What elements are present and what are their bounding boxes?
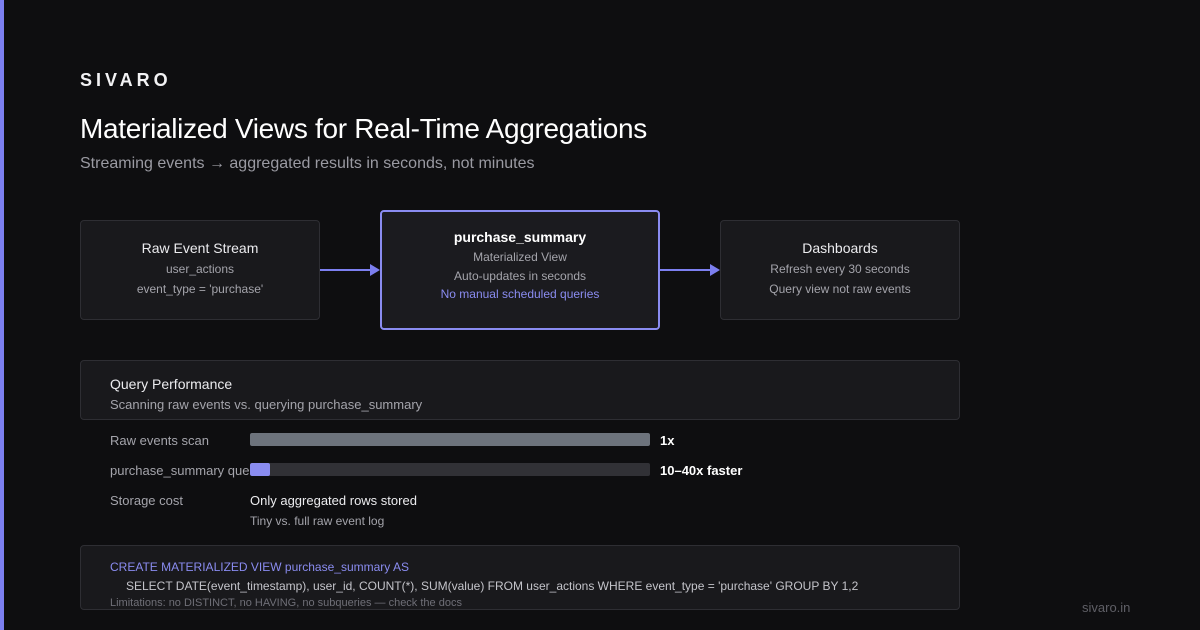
node-title: Dashboards — [802, 240, 878, 256]
accent-bar — [0, 0, 4, 630]
page-subtitle: Streaming events → aggregated results in… — [80, 155, 535, 172]
target-node-dashboards: Dashboards Refresh every 30 seconds Quer… — [720, 220, 960, 320]
node-title: purchase_summary — [453, 229, 587, 245]
node-title: Raw Event Stream — [141, 240, 259, 256]
performance-panel: Query Performance Scanning raw events vs… — [80, 360, 960, 420]
storage-cost-note: Tiny vs. full raw event log — [250, 514, 385, 528]
raw-scan-bar-fill — [250, 433, 650, 446]
brand-logo: SIVARO — [80, 70, 172, 90]
raw-scan-value: 1x — [660, 433, 675, 448]
storage-cost-label: Storage cost — [110, 493, 183, 508]
node-detail: Refresh every 30 seconds — [770, 262, 910, 276]
sql-line-select: SELECT DATE(event_timestamp), user_id, C… — [126, 579, 859, 593]
summary-query-bar — [250, 463, 650, 476]
summary-query-bar-fill — [250, 463, 270, 476]
node-highlight: No manual scheduled queries — [440, 287, 600, 301]
node-detail: Materialized View — [473, 250, 567, 264]
performance-subtitle: Scanning raw events vs. querying purchas… — [110, 397, 423, 412]
site-url: sivaro.in — [1082, 600, 1131, 615]
source-node-raw-event-stream: Raw Event Stream user_actions event_type… — [80, 220, 320, 320]
materialized-view-node: purchase_summary Materialized View Auto-… — [380, 210, 660, 330]
storage-cost-value: Only aggregated rows stored — [250, 493, 417, 508]
raw-scan-bar — [250, 433, 650, 446]
node-detail: event_type = 'purchase' — [136, 282, 264, 296]
page-title: Materialized Views for Real-Time Aggrega… — [80, 113, 647, 144]
sql-code-panel: CREATE MATERIALIZED VIEW purchase_summar… — [80, 545, 960, 610]
sql-line-create: CREATE MATERIALIZED VIEW purchase_summar… — [110, 560, 409, 574]
summary-query-label: purchase_summary query — [110, 463, 250, 478]
node-detail: Auto-updates in seconds — [453, 269, 587, 283]
node-detail: user_actions — [165, 262, 235, 276]
sql-limitations-note: Limitations: no DISTINCT, no HAVING, no … — [110, 597, 462, 609]
summary-query-value: 10–40x faster — [660, 463, 743, 478]
raw-scan-label: Raw events scan — [110, 433, 209, 448]
performance-title: Query Performance — [110, 376, 233, 392]
node-detail: Query view not raw events — [769, 282, 911, 296]
